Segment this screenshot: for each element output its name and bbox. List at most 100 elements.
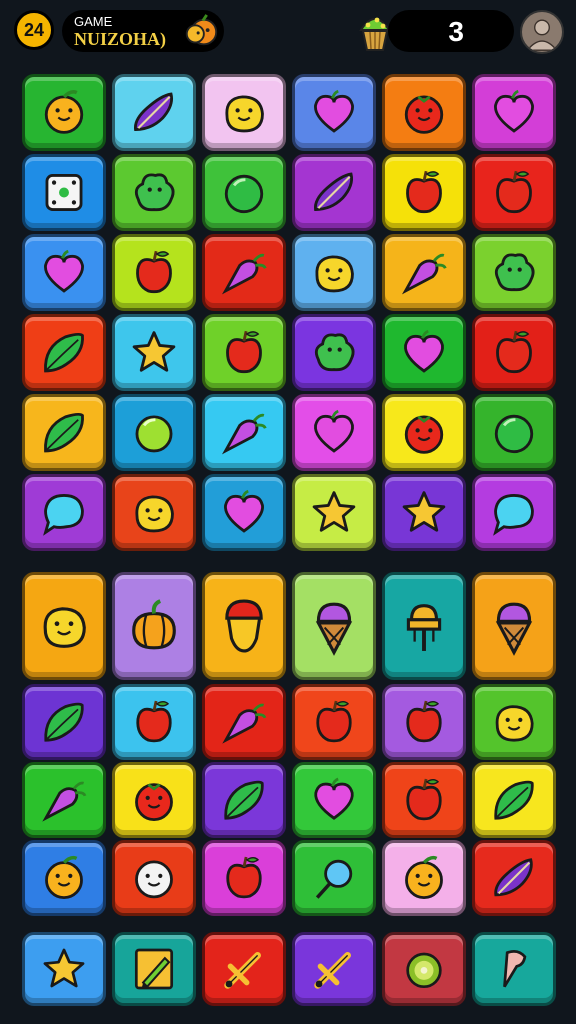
tile-lower-r1-c5[interactable]: [382, 684, 466, 760]
tile-lower-r3-c2[interactable]: [112, 840, 196, 916]
tile-r6-c4[interactable]: [292, 474, 376, 551]
tile-r6-c3[interactable]: [202, 474, 286, 551]
acorn-icon: [225, 599, 263, 653]
tile-lower-r1-c2[interactable]: [112, 684, 196, 760]
tile-r6-c5[interactable]: [382, 474, 466, 551]
tomato-icon: [135, 783, 173, 821]
big-tile-c5[interactable]: [382, 572, 466, 680]
tile-r1-c5[interactable]: [382, 74, 466, 151]
blob-icon: [494, 253, 535, 292]
big-tile-c1[interactable]: [22, 572, 106, 680]
tile-r6-c2[interactable]: [112, 474, 196, 551]
tile-r1-c1[interactable]: [22, 74, 106, 151]
tile-r3-c6[interactable]: [472, 234, 556, 311]
tomato-icon: [404, 415, 444, 454]
tile-r1-c4[interactable]: [292, 74, 376, 151]
tile-r4-c2[interactable]: [112, 314, 196, 391]
tile-r1-c2[interactable]: [112, 74, 196, 151]
tile-r3-c4[interactable]: [292, 234, 376, 311]
tile-lower-r3-c3[interactable]: [202, 840, 286, 916]
tile-lower-r2-c6[interactable]: [472, 762, 556, 838]
tile-r6-c6[interactable]: [472, 474, 556, 551]
tile-r2-c5[interactable]: [382, 154, 466, 231]
tile-r1-c6[interactable]: [472, 74, 556, 151]
tile-lower-r1-c1[interactable]: [22, 684, 106, 760]
tile-r2-c1[interactable]: [22, 154, 106, 231]
tile-r1-c3[interactable]: [202, 74, 286, 151]
blob-icon: [134, 173, 175, 212]
tile-r5-c5[interactable]: [382, 394, 466, 471]
carrot-icon: [42, 781, 87, 822]
eggplant-icon: [133, 92, 173, 131]
big-tile-c3[interactable]: [202, 572, 286, 680]
tile-r2-c4[interactable]: [292, 154, 376, 231]
tile-lower-r1-c3[interactable]: [202, 684, 286, 760]
tool-tile-c3[interactable]: [202, 932, 286, 1006]
tile-lower-r1-c4[interactable]: [292, 684, 376, 760]
icecream-icon: [495, 602, 533, 656]
tile-r5-c1[interactable]: [22, 394, 106, 471]
tile-lower-r3-c4[interactable]: [292, 840, 376, 916]
carrot-icon: [401, 253, 447, 295]
bubble-icon: [43, 494, 84, 536]
tool-tile-c5[interactable]: [382, 932, 466, 1006]
tile-lower-r3-c1[interactable]: [22, 840, 106, 916]
tile-r4-c4[interactable]: [292, 314, 376, 391]
tile-r3-c5[interactable]: [382, 234, 466, 311]
apple-icon: [316, 700, 352, 743]
orange-icon: [405, 855, 443, 899]
pumpkin-icon: [132, 599, 176, 650]
tile-lower-r3-c6[interactable]: [472, 840, 556, 916]
eggplant-icon: [494, 858, 533, 897]
tile-r5-c3[interactable]: [202, 394, 286, 471]
tile-lower-r2-c2[interactable]: [112, 762, 196, 838]
lime-icon: [135, 415, 173, 453]
apple-icon: [496, 330, 532, 374]
tile-r3-c3[interactable]: [202, 234, 286, 311]
tile-lower-r2-c3[interactable]: [202, 762, 286, 838]
tile-lower-r2-c4[interactable]: [292, 762, 376, 838]
tile-r3-c2[interactable]: [112, 234, 196, 311]
tile-r4-c3[interactable]: [202, 314, 286, 391]
big-tile-c6[interactable]: [472, 572, 556, 680]
tile-r5-c6[interactable]: [472, 394, 556, 471]
leaf-icon: [494, 780, 534, 820]
apple-icon: [496, 170, 532, 214]
lantern-icon: [406, 604, 442, 651]
pencil-icon: [134, 948, 174, 990]
tile-lower-r3-c5[interactable]: [382, 840, 466, 916]
big-tile-c2[interactable]: [112, 572, 196, 680]
tile-lower-r2-c1[interactable]: [22, 762, 106, 838]
tool-tile-c4[interactable]: [292, 932, 376, 1006]
tile-lower-r2-c5[interactable]: [382, 762, 466, 838]
lollipop-icon: [315, 859, 353, 899]
tile-r3-c1[interactable]: [22, 234, 106, 311]
apple-icon: [226, 330, 262, 374]
apple-icon: [406, 778, 442, 821]
tomato-icon: [404, 95, 444, 134]
tile-r4-c6[interactable]: [472, 314, 556, 391]
ball-icon: [224, 174, 264, 214]
tile-r4-c1[interactable]: [22, 314, 106, 391]
heart-icon: [494, 89, 534, 133]
big-tile-c4[interactable]: [292, 572, 376, 680]
tile-r2-c3[interactable]: [202, 154, 286, 231]
tool-tile-c1[interactable]: [22, 932, 106, 1006]
tile-r6-c1[interactable]: [22, 474, 106, 551]
carrot-icon: [222, 703, 267, 744]
apple-icon: [136, 250, 172, 294]
tile-r2-c2[interactable]: [112, 154, 196, 231]
tile-r5-c2[interactable]: [112, 394, 196, 471]
star-icon: [43, 948, 85, 988]
lemon-icon: [495, 705, 534, 742]
tile-r4-c5[interactable]: [382, 314, 466, 391]
heart-icon: [314, 89, 354, 133]
tile-r2-c6[interactable]: [472, 154, 556, 231]
dice-icon: [45, 174, 83, 211]
tile-lower-r1-c6[interactable]: [472, 684, 556, 760]
tile-r5-c4[interactable]: [292, 394, 376, 471]
sword-icon: [224, 952, 261, 989]
tool-tile-c6[interactable]: [472, 932, 556, 1006]
heart-icon: [44, 249, 84, 293]
tool-tile-c2[interactable]: [112, 932, 196, 1006]
